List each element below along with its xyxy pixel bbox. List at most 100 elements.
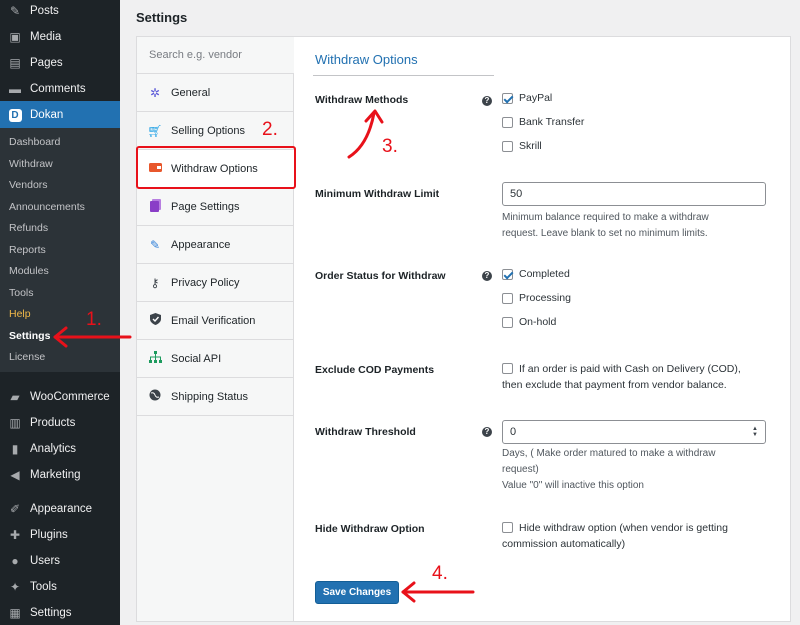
nav-item-shipping-status[interactable]: Shipping Status: [137, 378, 294, 416]
exclude-cod-option[interactable]: If an order is paid with Cash on Deliver…: [502, 361, 741, 393]
settings-panel: ✲ General 🛒︎ Selling Options Withdraw Op…: [136, 36, 791, 622]
submenu-vendors[interactable]: Vendors: [9, 176, 48, 194]
help-icon[interactable]: ?: [482, 427, 492, 437]
brush-icon: ✎: [149, 237, 161, 252]
nav-item-appearance[interactable]: ✎ Appearance: [137, 226, 294, 264]
nav-item-general[interactable]: ✲ General: [137, 74, 294, 112]
submenu-reports[interactable]: Reports: [9, 241, 46, 259]
settings-search-input[interactable]: [137, 37, 294, 73]
paypal-checkbox[interactable]: [502, 92, 513, 104]
submenu-withdraw[interactable]: Withdraw: [9, 155, 53, 173]
nav-item-page-settings-label: Page Settings: [171, 200, 240, 213]
method-skrill[interactable]: Skrill: [502, 140, 542, 152]
menu-products[interactable]: ▥ Products: [0, 410, 120, 436]
withdraw-methods-label: Withdraw Methods: [315, 94, 409, 106]
menu-settings[interactable]: ▦ Settings: [0, 600, 120, 625]
menu-posts[interactable]: ✎ Posts: [0, 0, 120, 24]
min-withdraw-limit-input[interactable]: [502, 182, 766, 206]
menu-pages[interactable]: ▤ Pages: [0, 50, 120, 76]
nav-item-email-verification[interactable]: Email Verification: [137, 302, 294, 340]
nav-item-social-api-label: Social API: [171, 352, 222, 365]
order-status-label: Order Status for Withdraw: [315, 270, 446, 282]
highlight-box: [136, 146, 296, 189]
globe-icon: [147, 389, 163, 404]
skrill-label: Skrill: [519, 140, 542, 152]
menu-appearance-label: Appearance: [30, 503, 93, 515]
method-bank-transfer[interactable]: Bank Transfer: [502, 116, 584, 128]
min-limit-help-line-1: Minimum balance required to make a withd…: [502, 212, 709, 223]
submenu-announcements[interactable]: Announcements: [9, 198, 85, 216]
submenu-dashboard[interactable]: Dashboard: [9, 133, 60, 151]
submenu-modules[interactable]: Modules: [9, 262, 49, 280]
section-divider: [313, 75, 494, 76]
menu-tools-label: Tools: [30, 581, 57, 593]
submenu-tools[interactable]: Tools: [9, 284, 34, 302]
settings-icon: ▦: [9, 606, 21, 620]
menu-analytics-label: Analytics: [30, 443, 77, 455]
bank-transfer-checkbox[interactable]: [502, 116, 513, 128]
users-icon: ●: [11, 554, 19, 568]
annotation-label-4: 4.: [432, 563, 448, 584]
withdraw-threshold-input[interactable]: [502, 420, 766, 444]
marketing-icon: ◀: [10, 468, 20, 482]
help-icon[interactable]: ?: [482, 96, 492, 106]
products-icon: ▥: [9, 416, 21, 430]
dokan-icon: D: [4, 107, 26, 122]
submenu-settings[interactable]: Settings: [9, 327, 50, 345]
analytics-icon: ▮: [11, 442, 19, 456]
processing-checkbox[interactable]: [502, 292, 513, 304]
menu-plugins[interactable]: ✚ Plugins: [0, 522, 120, 548]
withdraw-threshold-help: Days, ( Make order matured to make a wit…: [502, 446, 772, 494]
menu-tools[interactable]: ✦ Tools: [0, 574, 120, 600]
min-withdraw-limit-label: Minimum Withdraw Limit: [315, 188, 440, 200]
menu-users[interactable]: ● Users: [0, 548, 120, 574]
status-on-hold[interactable]: On-hold: [502, 316, 556, 328]
skrill-checkbox[interactable]: [502, 140, 513, 152]
nav-item-social-api[interactable]: Social API: [137, 340, 294, 378]
completed-checkbox[interactable]: [502, 268, 513, 280]
submenu-refunds[interactable]: Refunds: [9, 219, 48, 237]
submenu-help[interactable]: Help: [9, 305, 31, 323]
completed-label: Completed: [519, 268, 570, 280]
exclude-cod-text: If an order is paid with Cash on Deliver…: [502, 361, 741, 393]
save-changes-button[interactable]: Save Changes: [315, 581, 399, 604]
exclude-cod-checkbox[interactable]: [502, 363, 513, 374]
plugins-icon: ✚: [9, 528, 21, 542]
menu-woocommerce[interactable]: ▰ WooCommerce: [0, 384, 120, 410]
submenu-license[interactable]: License: [9, 348, 45, 366]
page-icon: [147, 198, 163, 215]
menu-pages-label: Pages: [30, 57, 63, 69]
menu-dokan[interactable]: D Dokan: [0, 101, 120, 128]
exclude-cod-label: Exclude COD Payments: [315, 364, 435, 376]
on-hold-checkbox[interactable]: [502, 316, 513, 328]
method-paypal[interactable]: PayPal: [502, 92, 552, 104]
help-icon[interactable]: ?: [482, 271, 492, 281]
menu-media[interactable]: ▣ Media: [0, 24, 120, 50]
menu-media-label: Media: [30, 31, 62, 43]
nav-item-page-settings[interactable]: Page Settings: [137, 188, 294, 226]
hide-withdraw-label: Hide Withdraw Option: [315, 523, 425, 535]
hide-withdraw-option[interactable]: Hide withdraw option (when vendor is get…: [502, 520, 728, 552]
processing-label: Processing: [519, 292, 571, 304]
menu-marketing[interactable]: ◀ Marketing: [0, 462, 120, 488]
status-completed[interactable]: Completed: [502, 268, 570, 280]
nav-item-privacy-policy-label: Privacy Policy: [171, 276, 240, 289]
menu-posts-label: Posts: [30, 5, 59, 17]
menu-comments[interactable]: ▬ Comments: [0, 76, 120, 102]
on-hold-label: On-hold: [519, 316, 557, 328]
menu-appearance[interactable]: ✐ Appearance: [0, 496, 120, 522]
nav-item-privacy-policy[interactable]: ⚷ Privacy Policy: [137, 264, 294, 302]
media-icon: ▣: [9, 30, 21, 44]
menu-analytics[interactable]: ▮ Analytics: [0, 436, 120, 462]
status-processing[interactable]: Processing: [502, 292, 571, 304]
number-stepper[interactable]: ▲ ▼: [750, 426, 760, 438]
min-limit-help-line-2: request. Leave blank to set no minimum l…: [502, 228, 708, 239]
cart-icon: 🛒︎: [147, 123, 163, 138]
network-icon: [147, 351, 163, 366]
menu-settings-label: Settings: [30, 607, 72, 619]
menu-comments-label: Comments: [30, 83, 86, 95]
hide-withdraw-checkbox[interactable]: [502, 522, 513, 533]
shield-icon: [147, 313, 163, 328]
appearance-icon: ✐: [9, 502, 21, 516]
threshold-help-line-1: Days, ( Make order matured to make a wit…: [502, 448, 716, 459]
